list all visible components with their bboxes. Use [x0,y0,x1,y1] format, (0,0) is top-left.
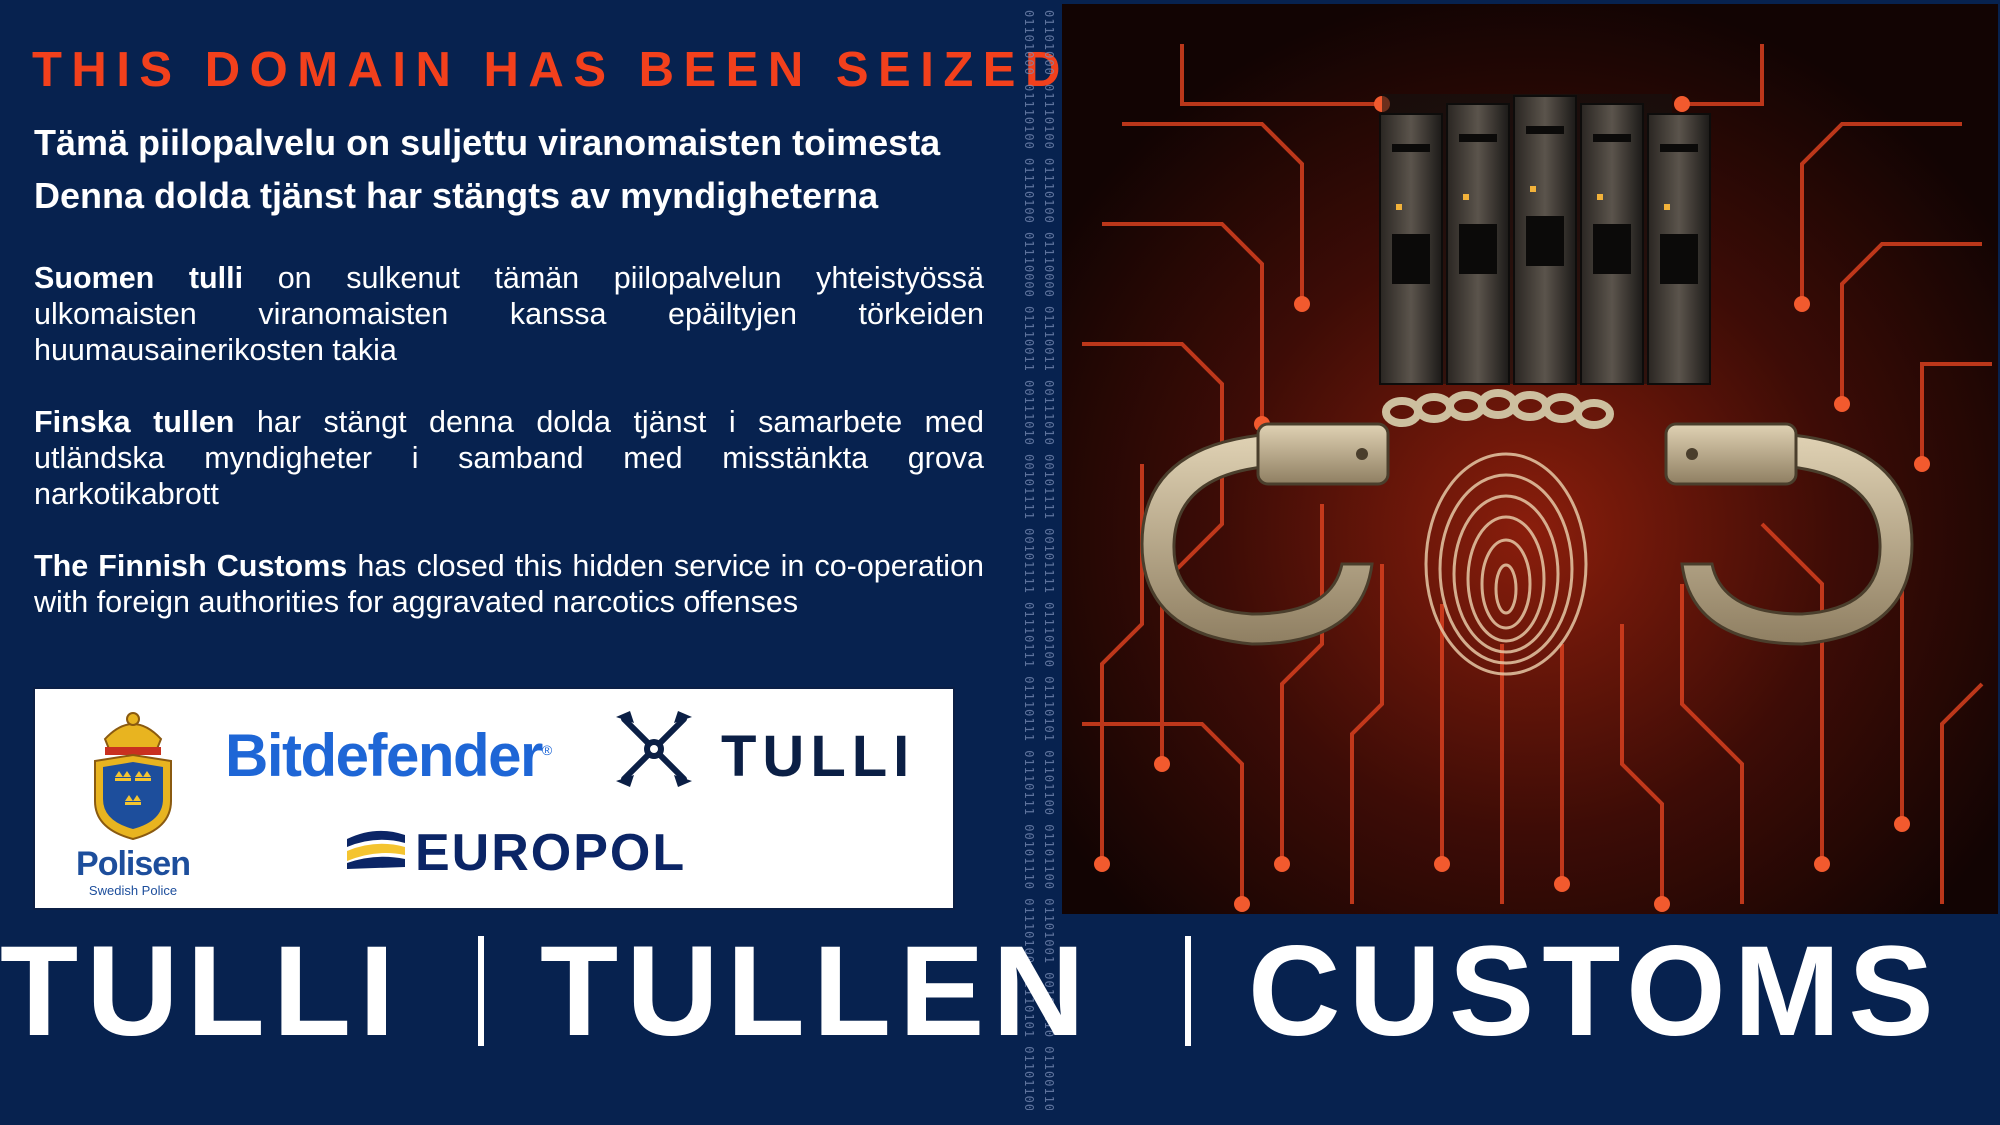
europol-emblem-icon [347,830,405,869]
swedish-police-logo: Polisen Swedish Police [63,705,203,898]
footer-divider [1185,936,1191,1046]
footer-word-finnish: TULLI [0,920,403,1063]
footer-divider [478,936,484,1046]
server-rack [1379,94,1711,385]
handcuffs-server-illustration [1062,4,1998,914]
subtitle-swedish: Denna dolda tjänst har stängts av myndig… [34,175,879,216]
subtitle-finnish: Tämä piilopalvelu on suljettu viranomais… [34,122,941,163]
notice-swedish-lead: Finska tullen [34,405,235,439]
police-logo-subtitle: Swedish Police [88,883,178,898]
customs-footer-banner: TULLI TULLEN CUSTOMS [0,922,2000,1062]
footer-word-swedish: TULLEN [540,920,1093,1063]
tulli-logo-text: TULLI [721,724,916,789]
partner-logos: Polisen Swedish Police Bitdefender® TULL… [33,687,955,910]
notice-swedish: Finska tullen har stängt denna dolda tjä… [34,404,984,512]
police-crest-icon [94,712,172,841]
registered-mark: ® [541,742,553,758]
tulli-emblem-icon [616,711,692,787]
notice-finnish-lead: Suomen tulli [34,261,244,295]
seizure-illustration [1062,4,1998,914]
seizure-headline: THIS DOMAIN HAS BEEN SEIZED [32,43,1070,97]
notice-english: The Finnish Customs has closed this hidd… [34,548,984,620]
footer-word-english: CUSTOMS [1248,920,1942,1063]
bitdefender-logo: Bitdefender® [225,721,552,790]
bitdefender-logo-text: Bitdefender [225,722,543,789]
notice-finnish: Suomen tulli on sulkenut tämän piilopalv… [34,260,984,368]
police-logo-name: Polisen [76,845,191,883]
notice-english-lead: The Finnish Customs [34,549,348,583]
europol-logo-text: EUROPOL [415,824,687,882]
